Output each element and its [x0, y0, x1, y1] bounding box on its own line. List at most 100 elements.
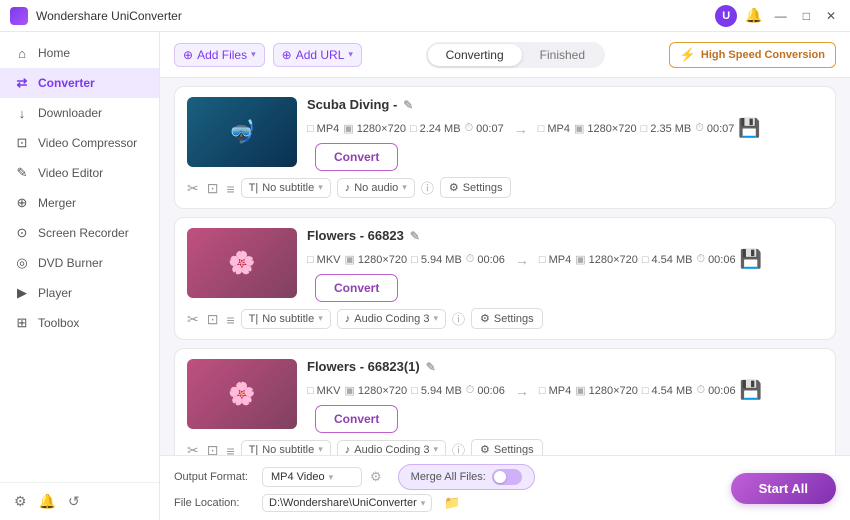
location-chevron: ▾: [421, 498, 426, 509]
convert-button-3[interactable]: Convert: [315, 405, 398, 433]
sidebar-footer: ⚙ 🔔 ↺: [0, 482, 159, 520]
format-row-3: □ MKV ▣ 1280×720 □ 5.94 MB: [307, 380, 823, 433]
output-dur-1: ⏱ 00:07: [695, 122, 734, 135]
input-dur-1: ⏱ 00:07: [465, 122, 504, 135]
save-icon-1[interactable]: 💾: [738, 118, 760, 139]
card-bottom-1: ✂ ⊡ ≡ T| No subtitle ▾ ♪ No audio ▾: [187, 177, 823, 198]
output-size-1: □ 2.35 MB: [641, 123, 692, 135]
high-speed-button[interactable]: ⚡ High Speed Conversion: [669, 42, 836, 68]
convert-button-1[interactable]: Convert: [315, 143, 398, 171]
menu-icon-3[interactable]: ≡: [226, 443, 234, 456]
menu-icon-1[interactable]: ≡: [226, 181, 234, 197]
notification-icon[interactable]: 🔔: [745, 7, 762, 24]
output-size-2: □ 4.54 MB: [642, 254, 693, 266]
sidebar-item-dvd-burner[interactable]: ◎ DVD Burner: [0, 248, 159, 278]
audio-chevron-2: ▾: [433, 313, 438, 324]
sidebar: ⌂ Home ⇄ Converter ↓ Downloader ⊡ Video …: [0, 32, 160, 520]
tab-group: Converting Finished: [426, 42, 605, 68]
info-icon-3[interactable]: ⓘ: [452, 440, 465, 455]
subtitle-select-2[interactable]: T| No subtitle ▾: [241, 309, 331, 329]
card-info-1: Scuba Diving - ✎ □ MP4 ▣ 1280×7: [307, 97, 823, 171]
file-title-1: Scuba Diving - ✎: [307, 97, 823, 112]
card-info-3: Flowers - 66823(1) ✎ □ MKV ▣ 12: [307, 359, 823, 433]
sidebar-item-downloader[interactable]: ↓ Downloader: [0, 98, 159, 128]
sidebar-item-player[interactable]: ▶ Player: [0, 278, 159, 308]
tab-finished[interactable]: Finished: [522, 44, 603, 66]
save-icon-2[interactable]: 💾: [740, 249, 762, 270]
minimize-button[interactable]: —: [771, 7, 791, 25]
start-all-button[interactable]: Start All: [731, 473, 836, 504]
toolbox-icon: ⊞: [14, 315, 30, 331]
folder-icon-1: □: [307, 123, 314, 135]
tab-converting[interactable]: Converting: [428, 44, 522, 66]
menu-icon-2[interactable]: ≡: [226, 312, 234, 328]
settings-button-3[interactable]: ⚙ Settings: [471, 439, 543, 455]
settings-button-2[interactable]: ⚙ Settings: [471, 308, 543, 329]
bookmark-icon-3[interactable]: ⊡: [207, 442, 219, 455]
maximize-button[interactable]: □: [799, 7, 814, 25]
card-top-2: 🌸 Flowers - 66823 ✎ □ MKV: [187, 228, 823, 302]
output-format-select[interactable]: MP4 Video ▾: [262, 467, 362, 487]
sidebar-item-video-compressor[interactable]: ⊡ Video Compressor: [0, 128, 159, 158]
output-gear-icon[interactable]: ⚙: [370, 469, 382, 485]
file-location-label: File Location:: [174, 497, 254, 509]
cut-icon-2[interactable]: ✂: [187, 311, 199, 328]
edit-icon-3[interactable]: ✎: [426, 360, 436, 374]
close-button[interactable]: ✕: [822, 7, 840, 25]
file-location-select[interactable]: D:\Wondershare\UniConverter ▾: [262, 494, 432, 512]
info-icon-2[interactable]: ⓘ: [452, 309, 465, 328]
bottom-bar: Output Format: MP4 Video ▾ ⚙ Merge All F…: [160, 455, 850, 520]
sidebar-item-toolbox[interactable]: ⊞ Toolbox: [0, 308, 159, 338]
subtitle-select-3[interactable]: T| No subtitle ▾: [241, 440, 331, 456]
thumb-icon-2: 🌸: [228, 250, 255, 276]
subtitle-chevron-1: ▾: [318, 182, 323, 193]
save-icon-3[interactable]: 💾: [740, 380, 762, 401]
editor-icon: ✎: [14, 165, 30, 181]
convert-button-2[interactable]: Convert: [315, 274, 398, 302]
audio-select-1[interactable]: ♪ No audio ▾: [337, 178, 415, 198]
merger-icon: ⊕: [14, 195, 30, 211]
thumbnail-2: 🌸: [187, 228, 297, 298]
bookmark-icon-1[interactable]: ⊡: [207, 180, 219, 197]
thumbnail-3: 🌸: [187, 359, 297, 429]
input-size-1: □ 2.24 MB: [410, 123, 461, 135]
audio-chevron-1: ▾: [402, 182, 407, 193]
file-card-3: 🌸 Flowers - 66823(1) ✎ □ MKV: [174, 348, 836, 455]
input-res-1: ▣ 1280×720: [343, 122, 406, 135]
sidebar-item-merger[interactable]: ⊕ Merger: [0, 188, 159, 218]
sidebar-item-label: DVD Burner: [38, 256, 103, 270]
audio-select-3[interactable]: ♪ Audio Coding 3 ▾: [337, 440, 446, 456]
refresh-footer-icon[interactable]: ↺: [68, 493, 80, 510]
main-content: ⊕ Add Files ▾ ⊕ Add URL ▾ Converting Fin…: [160, 32, 850, 520]
edit-icon-1[interactable]: ✎: [403, 98, 413, 112]
input-size-3: □ 5.94 MB: [411, 385, 462, 397]
merge-toggle[interactable]: [492, 469, 522, 485]
sidebar-item-home[interactable]: ⌂ Home: [0, 38, 159, 68]
card-bottom-3: ✂ ⊡ ≡ T| No subtitle ▾ ♪ Audio Coding 3: [187, 439, 823, 455]
sidebar-item-screen-recorder[interactable]: ⊙ Screen Recorder: [0, 218, 159, 248]
audio-select-2[interactable]: ♪ Audio Coding 3 ▾: [337, 309, 446, 329]
sidebar-item-video-editor[interactable]: ✎ Video Editor: [0, 158, 159, 188]
settings-footer-icon[interactable]: ⚙: [14, 493, 27, 510]
thumbnail-1: 🤿: [187, 97, 297, 167]
file-card-2: 🌸 Flowers - 66823 ✎ □ MKV: [174, 217, 836, 340]
user-icon[interactable]: U: [715, 5, 737, 27]
add-files-button[interactable]: ⊕ Add Files ▾: [174, 43, 265, 67]
title-bar: Wondershare UniConverter U 🔔 — □ ✕: [0, 0, 850, 32]
converter-icon: ⇄: [14, 75, 30, 91]
downloader-icon: ↓: [14, 105, 30, 121]
input-res-3: ▣ 1280×720: [345, 384, 408, 397]
settings-button-1[interactable]: ⚙ Settings: [440, 177, 512, 198]
add-url-button[interactable]: ⊕ Add URL ▾: [273, 43, 362, 67]
info-icon-1[interactable]: ⓘ: [421, 178, 434, 197]
sidebar-item-label: Merger: [38, 196, 76, 210]
bookmark-icon-2[interactable]: ⊡: [207, 311, 219, 328]
cut-icon-3[interactable]: ✂: [187, 442, 199, 455]
edit-icon-2[interactable]: ✎: [410, 229, 420, 243]
cut-icon-1[interactable]: ✂: [187, 180, 199, 197]
notifications-footer-icon[interactable]: 🔔: [39, 493, 56, 510]
add-url-chevron: ▾: [348, 49, 353, 60]
folder-browse-icon[interactable]: 📁: [444, 495, 460, 511]
subtitle-select-1[interactable]: T| No subtitle ▾: [241, 178, 331, 198]
sidebar-item-converter[interactable]: ⇄ Converter: [0, 68, 159, 98]
